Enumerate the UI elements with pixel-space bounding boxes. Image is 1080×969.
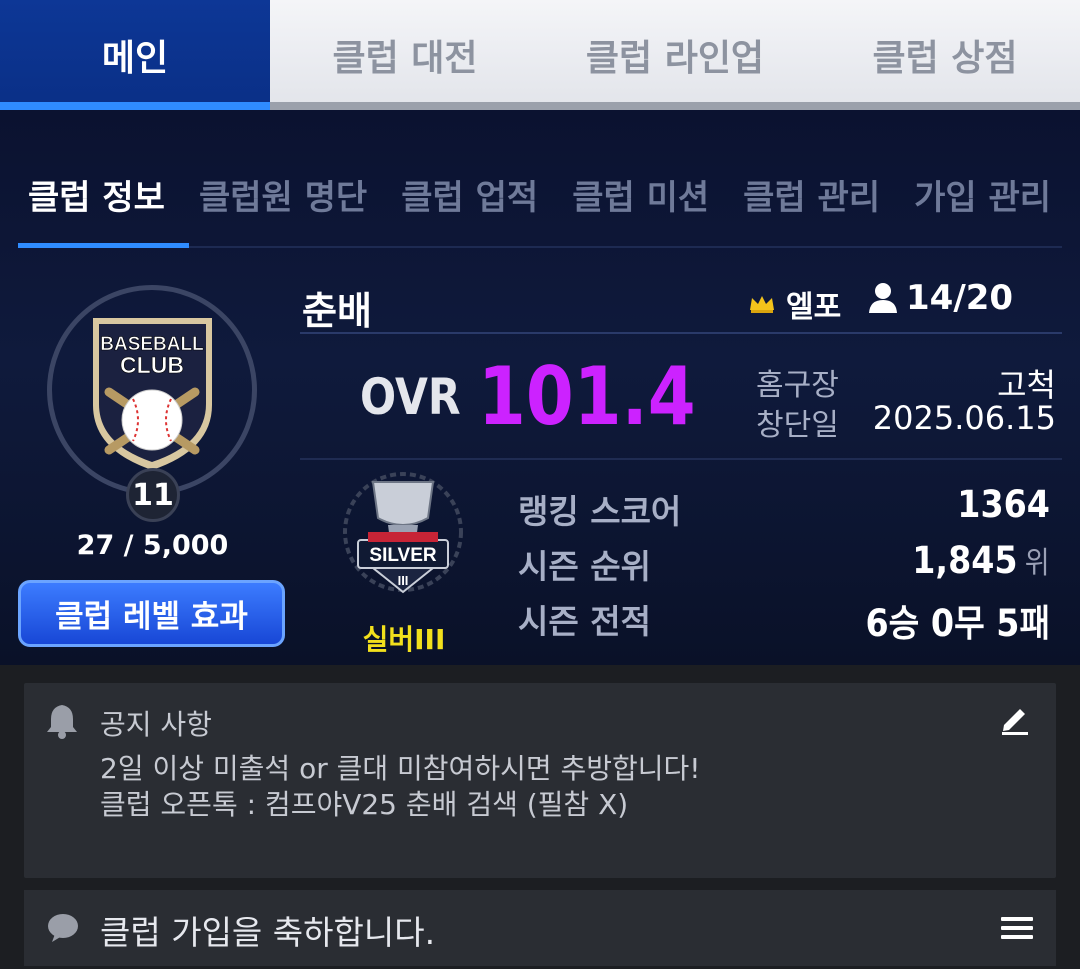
subtab-club-achievements[interactable]: 클럽 업적 <box>391 160 548 246</box>
tab-club-lineup[interactable]: 클럽 라인업 <box>540 0 810 110</box>
tab-club-shop[interactable]: 클럽 상점 <box>810 0 1080 110</box>
subtab-club-missions[interactable]: 클럽 미션 <box>562 160 719 246</box>
club-level-badge: 11 <box>126 468 180 522</box>
ovr-value: 101.4 <box>478 350 696 443</box>
divider <box>300 332 1062 334</box>
notice-box: 공지 사항 2일 이상 미출석 or 클대 미참여하시면 추방합니다! 클럽 오… <box>24 683 1056 878</box>
crown-icon <box>750 296 774 313</box>
divider <box>300 458 1062 460</box>
subtab-join-management[interactable]: 가입 관리 <box>904 160 1061 246</box>
ranking-score-label: 랭킹 스코어 <box>518 492 682 531</box>
season-record-label: 시즌 전적 <box>518 602 651 641</box>
season-rank-unit: 위 <box>1025 546 1050 581</box>
club-level-effect-button[interactable]: 클럽 레벨 효과 <box>18 580 285 647</box>
subtab-club-info[interactable]: 클럽 정보 <box>18 160 189 248</box>
club-info-panel: 클럽 정보 클럽원 명단 클럽 업적 클럽 미션 클럽 관리 가입 관리 BAS… <box>0 110 1080 665</box>
member-count: 14/20 <box>868 278 1013 318</box>
tier-badge-roman: III <box>398 573 409 588</box>
club-exp: 27 / 5,000 <box>76 530 229 561</box>
tab-main[interactable]: 메인 <box>0 0 270 110</box>
season-rank: 1,845 위 <box>913 538 1050 582</box>
founded-label: 창단일 <box>756 408 839 443</box>
hamburger-menu-icon[interactable] <box>1000 914 1034 942</box>
ranking-score-value: 1364 <box>957 483 1050 526</box>
sub-tab-bar: 클럽 정보 클럽원 명단 클럽 업적 클럽 미션 클럽 관리 가입 관리 <box>18 160 1062 248</box>
season-rank-value: 1,845 <box>912 539 1018 582</box>
role-label: 엘포 <box>786 290 842 325</box>
tier-badge-text: SILVER <box>369 545 436 566</box>
bell-icon <box>47 705 77 739</box>
top-tab-bar: 메인 클럽 대전 클럽 라인업 클럽 상점 <box>0 0 1080 110</box>
founded-value: 2025.06.15 <box>872 399 1056 437</box>
subtab-club-management[interactable]: 클럽 관리 <box>733 160 890 246</box>
message-area: 공지 사항 2일 이상 미출석 or 클대 미참여하시면 추방합니다! 클럽 오… <box>0 665 1080 969</box>
member-role: 엘포 <box>748 282 841 326</box>
person-icon <box>869 283 897 313</box>
season-record-value: 6승 0무 5패 <box>865 602 1050 645</box>
welcome-text: 클럽 가입을 축하합니다. <box>100 913 436 952</box>
tab-bar-divider <box>270 102 1080 110</box>
chat-bubble-icon <box>48 914 78 942</box>
emblem-text-line2: CLUB <box>120 352 184 378</box>
notice-line: 클럽 오픈톡 : 컴프야V25 춘배 검색 (필참 X) <box>100 788 629 821</box>
member-count-value: 14/20 <box>906 278 1014 318</box>
stadium-label: 홈구장 <box>756 368 839 403</box>
edit-icon[interactable] <box>1000 703 1030 735</box>
ovr-label: OVR <box>360 368 461 426</box>
subtab-member-list[interactable]: 클럽원 명단 <box>189 160 377 246</box>
season-rank-label: 시즌 순위 <box>518 547 651 586</box>
tier-label: 실버III <box>362 623 446 656</box>
welcome-message-box: 클럽 가입을 축하합니다. <box>24 890 1056 966</box>
notice-line: 2일 이상 미출석 or 클대 미참여하시면 추방합니다! <box>100 752 701 785</box>
tab-club-battle[interactable]: 클럽 대전 <box>270 0 540 110</box>
club-emblem[interactable]: BASEBALL CLUB <box>85 310 220 475</box>
silver-tier-emblem[interactable]: SILVER III <box>338 470 468 605</box>
notice-title: 공지 사항 <box>100 708 212 741</box>
club-name: 춘배 <box>302 289 372 333</box>
